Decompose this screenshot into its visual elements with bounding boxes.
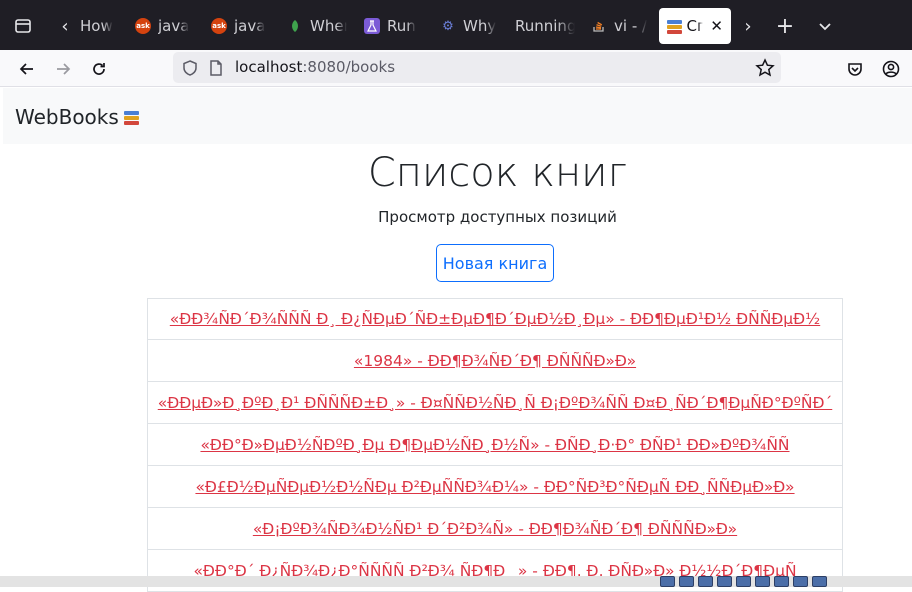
address-bar[interactable]: localhost:8080/books	[173, 52, 781, 83]
forward-button[interactable]	[49, 55, 77, 83]
ask-icon: ask	[211, 18, 227, 34]
url-host: localhost	[235, 58, 303, 76]
list-item: «ÐÐ°Ð»ÐµÐ½ÑÐºÐ¸Ðµ Ð¶ÐµÐ½ÑÐ¸Ð½Ñ» - ÐÑÐ¸Ð·…	[147, 424, 843, 466]
flask-icon	[364, 18, 380, 34]
list-item: «Ð£Ð½ÐµÑÐµÐ½Ð½ÑÐµ Ð²ÐµÑÑÐ¾Ð¼» - ÐÐ°ÑÐ³Ð°…	[147, 466, 843, 508]
book-link[interactable]: «1984» - ÐÐ¶Ð¾ÑÐ´Ð¶ ÐÑÑÑÐ»Ð»	[354, 352, 636, 370]
list-item: «ÐÐ¾ÑÐ´Ð¾ÑÑÑ Ð¸ Ð¿ÑÐµÐ´ÑÐ±ÐµÐ¶Ð´ÐµÐ½Ð¸Ðµ…	[147, 298, 843, 340]
network-icon[interactable]	[717, 576, 732, 587]
page-icon[interactable]	[207, 59, 225, 77]
list-item: «1984» - ÐÐ¶Ð¾ÑÐ´Ð¶ ÐÑÑÑÐ»Ð»	[147, 340, 843, 382]
books-icon	[667, 19, 682, 34]
tab-label: Running	[515, 17, 575, 35]
url-path: :8080/books	[302, 58, 396, 76]
site-brand-link[interactable]: WebBooks	[15, 105, 139, 129]
tab[interactable]: ask java	[135, 8, 197, 44]
plus-icon: +	[775, 13, 795, 39]
tray-icons	[660, 576, 827, 587]
new-book-button[interactable]: Новая книга	[436, 244, 554, 282]
tab-label: java	[158, 17, 190, 35]
pocket-button[interactable]	[841, 55, 869, 83]
shared-folder-icon[interactable]	[736, 576, 751, 587]
arrow-right-icon	[57, 63, 71, 75]
tab[interactable]: How	[80, 8, 128, 44]
tab[interactable]: When	[287, 8, 347, 44]
shield-icon[interactable]	[181, 59, 199, 77]
tab-label: Сп	[686, 17, 704, 35]
tab[interactable]: ⚙ Why	[440, 8, 498, 44]
tab-label: vi - /	[614, 17, 648, 35]
chevron-down-icon	[819, 23, 831, 31]
tab-overview-button[interactable]	[8, 11, 38, 41]
new-tab-button[interactable]: +	[772, 11, 798, 41]
list-all-tabs-button[interactable]	[812, 11, 838, 41]
reload-icon	[93, 63, 105, 75]
book-list: «ÐÐ¾ÑÐ´Ð¾ÑÑÑ Ð¸ Ð¿ÑÐµÐ´ÑÐ±ÐµÐ¶Ð´ÐµÐ½Ð¸Ðµ…	[147, 298, 843, 592]
url-text[interactable]: localhost:8080/books	[235, 58, 395, 76]
tab[interactable]: vi - /	[591, 8, 651, 44]
keyboard-icon[interactable]	[812, 576, 827, 587]
list-item: «ÐÐµÐ»Ð¸ÐºÐ¸Ð¹ ÐÑÑÑÐ±Ð¸» - Ð¤ÑÑÐ½ÑÐ¸Ñ Ð¡…	[147, 382, 843, 424]
tab[interactable]: Run	[364, 8, 422, 44]
tab-active[interactable]: Сп ✕	[659, 8, 731, 44]
scroll-tabs-right-button[interactable]: ›	[738, 11, 758, 41]
ask-icon: ask	[135, 18, 151, 34]
back-button[interactable]	[13, 55, 41, 83]
account-button[interactable]	[877, 55, 905, 83]
tab-strip: ‹ How ask java ask java When Run ⚙ Why R…	[0, 0, 912, 50]
tab[interactable]: ask java	[211, 8, 273, 44]
tab-overview-icon	[15, 19, 31, 33]
site-brand-text: WebBooks	[15, 105, 119, 129]
vm-status-tray	[0, 576, 912, 587]
reload-button[interactable]	[85, 55, 113, 83]
book-link[interactable]: «Ð£Ð½ÐµÑÐµÐ½Ð½ÑÐµ Ð²ÐµÑÑÐ¾Ð¼» - ÐÐ°ÑÐ³Ð°…	[195, 478, 794, 496]
page-subtitle: Просмотр доступных позиций	[378, 208, 617, 226]
chevron-left-icon: ‹	[61, 15, 69, 37]
page-title: Список книг	[367, 150, 628, 196]
close-tab-icon[interactable]: ✕	[710, 17, 731, 35]
book-link[interactable]: «Ð¡ÐºÐ¾ÑÐ¾Ð½ÑÐ¹ Ð´Ð²Ð¾Ñ» - ÐÐ¶Ð¾ÑÐ´Ð¶ ÐÑ…	[253, 520, 737, 538]
display-icon[interactable]	[755, 576, 770, 587]
cpu-icon[interactable]	[793, 576, 808, 587]
navigation-bar: localhost:8080/books	[0, 50, 912, 87]
stack-icon	[591, 18, 607, 34]
tab-label: When	[310, 17, 347, 35]
tab-label: How	[80, 17, 113, 35]
usb-icon[interactable]	[698, 576, 713, 587]
tab-label: Run	[387, 17, 416, 35]
bookmark-star-icon[interactable]	[755, 58, 775, 78]
optical-drive-icon[interactable]	[679, 576, 694, 587]
tab[interactable]: Running	[515, 8, 575, 44]
list-item: «Ð¡ÐºÐ¾ÑÐ¾Ð½ÑÐ¹ Ð´Ð²Ð¾Ñ» - ÐÐ¶Ð¾ÑÐ´Ð¶ ÐÑ…	[147, 508, 843, 550]
tab-label: java	[234, 17, 266, 35]
capture-icon[interactable]	[774, 576, 789, 587]
site-navbar: WebBooks	[3, 88, 912, 144]
leaf-icon	[287, 18, 303, 34]
gear-icon: ⚙	[442, 18, 454, 34]
chevron-right-icon: ›	[744, 15, 752, 37]
pocket-icon	[848, 63, 862, 76]
page-viewport: WebBooks Список книг Просмотр доступных …	[3, 88, 912, 592]
scroll-tabs-left-button[interactable]: ‹	[52, 11, 78, 41]
books-icon	[123, 110, 139, 125]
book-link[interactable]: «ÐÐ°Ð»ÐµÐ½ÑÐºÐ¸Ðµ Ð¶ÐµÐ½ÑÐ¸Ð½Ñ» - ÐÑÐ¸Ð·…	[200, 436, 789, 454]
book-link[interactable]: «ÐÐ¾ÑÐ´Ð¾ÑÑÑ Ð¸ Ð¿ÑÐµÐ´ÑÐ±ÐµÐ¶Ð´ÐµÐ½Ð¸Ðµ…	[170, 310, 820, 328]
tab-label: Why	[463, 17, 497, 35]
book-link[interactable]: «ÐÐµÐ»Ð¸ÐºÐ¸Ð¹ ÐÑÑÑÐ±Ð¸» - Ð¤ÑÑÐ½ÑÐ¸Ñ Ð¡…	[158, 394, 833, 412]
arrow-left-icon	[19, 63, 33, 75]
disk-icon[interactable]	[660, 576, 675, 587]
account-icon	[882, 60, 900, 78]
